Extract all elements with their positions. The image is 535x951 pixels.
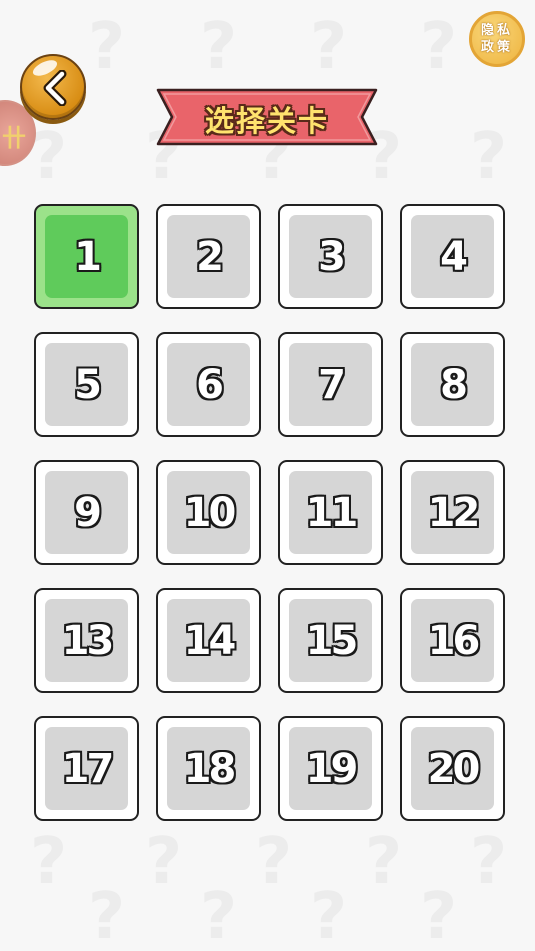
level-number: 17 [61, 745, 115, 792]
level-tile-8[interactable]: 8 [400, 332, 505, 437]
level-tile-13[interactable]: 13 [34, 588, 139, 693]
level-tile-16[interactable]: 16 [400, 588, 505, 693]
level-number: 11 [305, 489, 359, 536]
tile-face: 1 [45, 215, 128, 298]
privacy-policy-button[interactable]: 隐私政策 [469, 11, 525, 67]
level-tile-15[interactable]: 15 [278, 588, 383, 693]
level-number: 10 [183, 489, 237, 536]
tile-face: 12 [411, 471, 494, 554]
level-number: 18 [183, 745, 237, 792]
tile-face: 19 [289, 727, 372, 810]
level-tile-5[interactable]: 5 [34, 332, 139, 437]
level-number: 15 [305, 617, 359, 664]
level-number: 16 [427, 617, 481, 664]
level-number: 7 [318, 361, 346, 408]
tile-face: 20 [411, 727, 494, 810]
level-tile-17[interactable]: 17 [34, 716, 139, 821]
tile-face: 9 [45, 471, 128, 554]
level-tile-20[interactable]: 20 [400, 716, 505, 821]
level-number: 12 [427, 489, 481, 536]
level-tile-14[interactable]: 14 [156, 588, 261, 693]
tile-face: 8 [411, 343, 494, 426]
level-number: 4 [440, 233, 468, 280]
level-tile-10[interactable]: 10 [156, 460, 261, 565]
level-number: 1 [74, 233, 102, 280]
level-tile-19[interactable]: 19 [278, 716, 383, 821]
level-tile-2[interactable]: 2 [156, 204, 261, 309]
tile-face: 16 [411, 599, 494, 682]
level-number: 14 [183, 617, 237, 664]
level-tile-11[interactable]: 11 [278, 460, 383, 565]
tile-face: 5 [45, 343, 128, 426]
level-number: 8 [440, 361, 468, 408]
back-button[interactable] [20, 54, 86, 120]
tile-face: 18 [167, 727, 250, 810]
tile-face: 11 [289, 471, 372, 554]
tile-face: 14 [167, 599, 250, 682]
level-number: 5 [74, 361, 102, 408]
level-tile-7[interactable]: 7 [278, 332, 383, 437]
level-number: 20 [427, 745, 481, 792]
level-tile-3[interactable]: 3 [278, 204, 383, 309]
tile-face: 4 [411, 215, 494, 298]
level-number: 9 [74, 489, 102, 536]
level-tile-12[interactable]: 12 [400, 460, 505, 565]
level-grid: 1 2 3 4 5 6 7 8 9 10 11 12 13 14 15 16 1… [34, 204, 505, 821]
page-title: 选择关卡 [204, 104, 329, 138]
tile-face: 2 [167, 215, 250, 298]
tile-face: 13 [45, 599, 128, 682]
tile-face: 17 [45, 727, 128, 810]
level-number: 13 [61, 617, 115, 664]
level-number: 6 [196, 361, 224, 408]
level-number: 19 [305, 745, 359, 792]
chevron-left-icon [43, 70, 67, 106]
tile-face: 15 [289, 599, 372, 682]
level-tile-4[interactable]: 4 [400, 204, 505, 309]
level-number: 2 [196, 233, 224, 280]
tile-face: 3 [289, 215, 372, 298]
level-tile-9[interactable]: 9 [34, 460, 139, 565]
title-banner: 选择关卡 [156, 88, 378, 146]
level-number: 3 [318, 233, 346, 280]
level-tile-1[interactable]: 1 [34, 204, 139, 309]
tile-face: 10 [167, 471, 250, 554]
level-tile-6[interactable]: 6 [156, 332, 261, 437]
level-tile-18[interactable]: 18 [156, 716, 261, 821]
tile-face: 6 [167, 343, 250, 426]
privacy-policy-label: 隐私政策 [480, 23, 513, 55]
tile-face: 7 [289, 343, 372, 426]
